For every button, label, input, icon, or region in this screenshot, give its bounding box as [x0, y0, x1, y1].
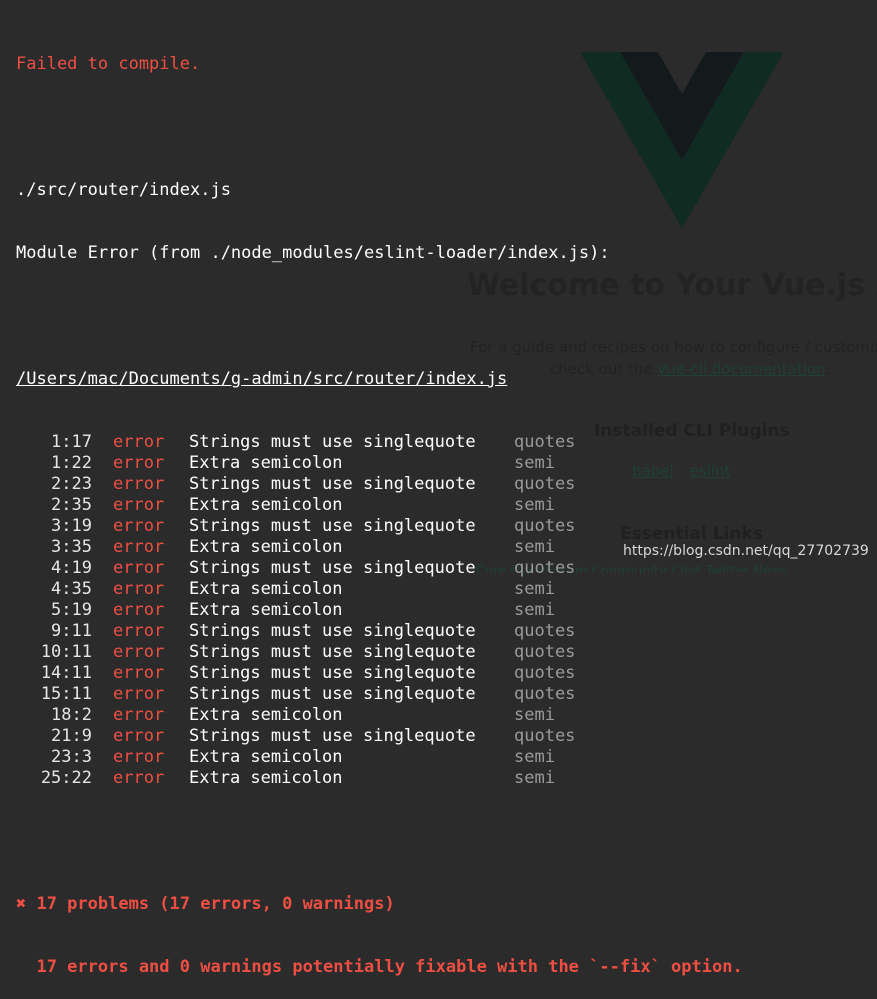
error-severity: error: [113, 579, 165, 599]
error-location: 3:35: [51, 537, 92, 557]
error-rule: semi: [514, 537, 555, 557]
error-rule: semi: [514, 579, 555, 599]
error-severity: error: [113, 600, 165, 620]
error-row: 1:17 error Strings must use singlequote quo…: [16, 432, 743, 453]
error-rule: quotes: [514, 726, 576, 746]
error-row: 5:19 error Extra semicolon semi: [16, 600, 743, 621]
error-severity: error: [113, 663, 165, 683]
error-message: Extra semicolon: [189, 495, 343, 515]
error-row: 9:11 error Strings must use singlequote quo…: [16, 621, 743, 642]
error-location: 23:3: [51, 747, 92, 767]
error-severity: error: [113, 621, 165, 641]
error-severity: error: [113, 495, 165, 515]
error-message: Extra semicolon: [189, 705, 343, 725]
fixable-summary: 17 errors and 0 warnings potentially fix…: [16, 957, 743, 977]
error-message: Strings must use singlequote: [189, 726, 476, 746]
error-rule: quotes: [514, 474, 576, 494]
error-message: Strings must use singlequote: [189, 663, 476, 683]
absolute-path: /Users/mac/Documents/g-admin/src/router/…: [16, 369, 508, 389]
error-rule: quotes: [514, 663, 576, 683]
error-row: 15:11 error Strings must use singlequote qu…: [16, 684, 743, 705]
error-rule: quotes: [514, 642, 576, 662]
error-message: Strings must use singlequote: [189, 558, 476, 578]
error-row: 4:19 error Strings must use singlequote quo…: [16, 558, 743, 579]
error-location: 4:35: [51, 579, 92, 599]
error-message: Strings must use singlequote: [189, 684, 476, 704]
error-row: 23:3 error Extra semicolon semi: [16, 747, 743, 768]
error-location: 2:35: [51, 495, 92, 515]
error-location: 1:17: [51, 432, 92, 452]
error-location: 25:22: [40, 768, 92, 788]
problems-summary: ✖ 17 problems (17 errors, 0 warnings): [16, 894, 395, 914]
module-error: Module Error (from ./node_modules/eslint…: [16, 243, 610, 263]
error-severity: error: [113, 453, 165, 473]
error-row: 21:9 error Strings must use singlequote quo…: [16, 726, 743, 747]
error-location: 3:19: [51, 516, 92, 536]
error-severity: error: [113, 768, 165, 788]
error-severity: error: [113, 537, 165, 557]
error-severity: error: [113, 642, 165, 662]
error-rule: quotes: [514, 516, 576, 536]
watermark: https://blog.csdn.net/qq_27702739: [623, 543, 869, 559]
error-location: 14:11: [40, 663, 92, 683]
error-message: Extra semicolon: [189, 747, 343, 767]
error-message: Strings must use singlequote: [189, 642, 476, 662]
error-location: 2:23: [51, 474, 92, 494]
error-rule: quotes: [514, 558, 576, 578]
error-list: 1:17 error Strings must use singlequote quo…: [16, 432, 743, 789]
error-rule: quotes: [514, 684, 576, 704]
error-row: 18:2 error Extra semicolon semi: [16, 705, 743, 726]
error-severity: error: [113, 705, 165, 725]
error-severity: error: [113, 726, 165, 746]
error-rule: quotes: [514, 621, 576, 641]
error-message: Strings must use singlequote: [189, 474, 476, 494]
error-row: 1:22 error Extra semicolon semi: [16, 453, 743, 474]
compile-status: Failed to compile.: [16, 54, 201, 74]
error-location: 21:9: [51, 726, 92, 746]
error-rule: quotes: [514, 432, 576, 452]
error-row: 2:35 error Extra semicolon semi: [16, 495, 743, 516]
file-path: ./src/router/index.js: [16, 180, 231, 200]
error-rule: semi: [514, 453, 555, 473]
error-severity: error: [113, 516, 165, 536]
error-location: 10:11: [40, 642, 92, 662]
error-row: 4:35 error Extra semicolon semi: [16, 579, 743, 600]
error-message: Extra semicolon: [189, 600, 343, 620]
error-rule: semi: [514, 495, 555, 515]
error-location: 1:22: [51, 453, 92, 473]
error-row: 25:22 error Extra semicolon semi: [16, 768, 743, 789]
error-message: Extra semicolon: [189, 453, 343, 473]
error-severity: error: [113, 747, 165, 767]
error-row: 3:19 error Strings must use singlequote quo…: [16, 516, 743, 537]
error-message: Strings must use singlequote: [189, 432, 476, 452]
error-message: Extra semicolon: [189, 579, 343, 599]
error-message: Strings must use singlequote: [189, 516, 476, 536]
error-message: Extra semicolon: [189, 537, 343, 557]
error-severity: error: [113, 684, 165, 704]
error-severity: error: [113, 474, 165, 494]
error-rule: semi: [514, 600, 555, 620]
error-overlay: Failed to compile. ./src/router/index.js…: [16, 12, 743, 999]
error-message: Extra semicolon: [189, 768, 343, 788]
error-rule: semi: [514, 747, 555, 767]
error-row: 2:23 error Strings must use singlequote quo…: [16, 474, 743, 495]
error-severity: error: [113, 558, 165, 578]
error-rule: semi: [514, 705, 555, 725]
error-row: 14:11 error Strings must use singlequote qu…: [16, 663, 743, 684]
error-severity: error: [113, 432, 165, 452]
error-message: Strings must use singlequote: [189, 621, 476, 641]
error-rule: semi: [514, 768, 555, 788]
error-location: 15:11: [40, 684, 92, 704]
error-location: 9:11: [51, 621, 92, 641]
error-location: 5:19: [51, 600, 92, 620]
error-location: 4:19: [51, 558, 92, 578]
error-location: 18:2: [51, 705, 92, 725]
error-row: 10:11 error Strings must use singlequote qu…: [16, 642, 743, 663]
